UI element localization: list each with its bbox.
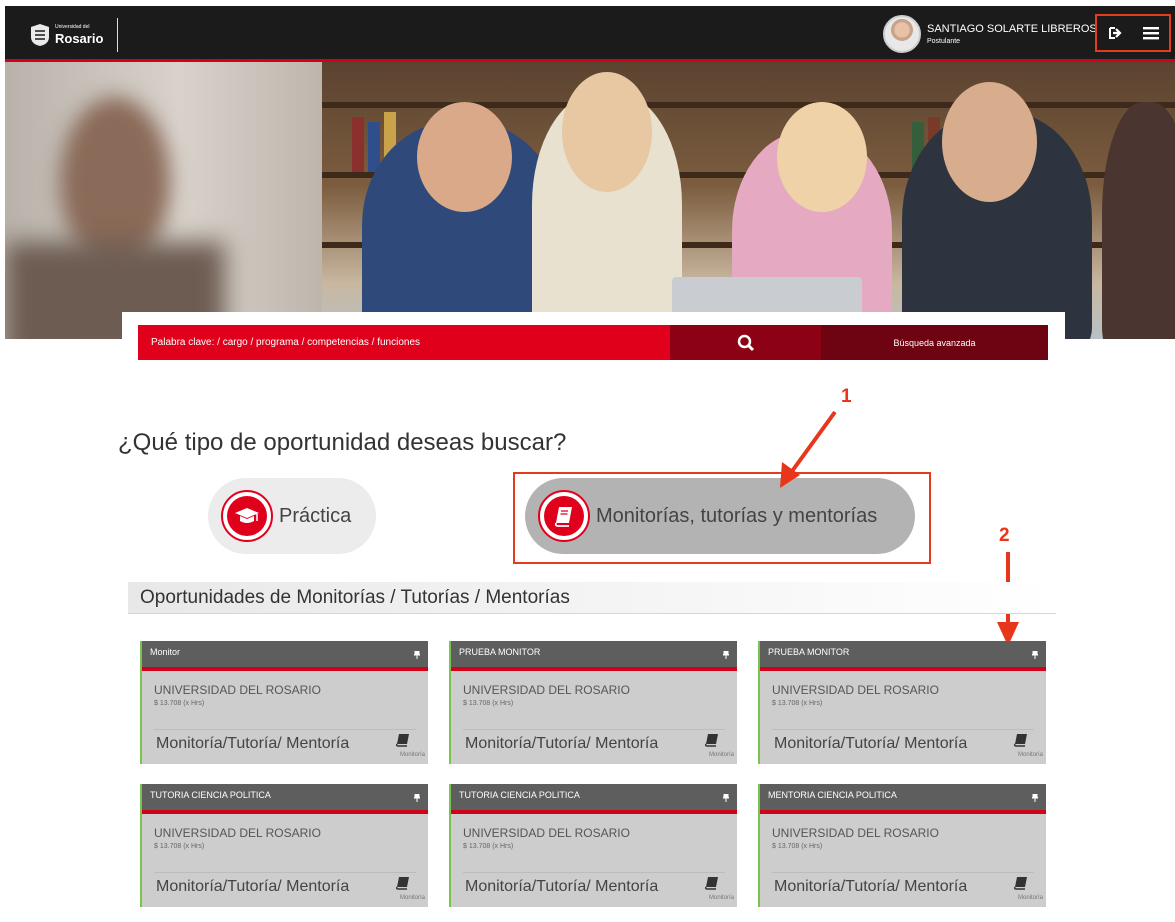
card-title: MENTORIA CIENCIA POLITICA [768, 790, 897, 800]
pin-icon[interactable] [723, 651, 729, 659]
logo-divider [117, 18, 118, 52]
card-company: UNIVERSIDAD DEL ROSARIO [154, 826, 321, 840]
card-salary: $ 13.708 (x Hrs) [772, 843, 823, 850]
book-icon [396, 877, 409, 890]
section-title: Oportunidades de Monitorías / Tutorías /… [140, 587, 570, 608]
card-type: Monitoría/Tutoría/ Mentoría [774, 878, 968, 895]
card-company: UNIVERSIDAD DEL ROSARIO [463, 683, 630, 697]
university-logo[interactable]: Universidad del Rosario [29, 18, 125, 52]
crest-icon [31, 24, 49, 46]
top-bar: Universidad del Rosario SANTIAGO SOLARTE… [5, 6, 1175, 62]
book-icon [1014, 877, 1027, 890]
opportunity-card[interactable]: TUTORIA CIENCIA POLITICA UNIVERSIDAD DEL… [140, 784, 428, 907]
user-role: Postulante [927, 38, 961, 45]
menu-icon[interactable] [1143, 26, 1159, 40]
book-icon [1014, 734, 1027, 747]
avatar [883, 15, 921, 53]
card-company: UNIVERSIDAD DEL ROSARIO [772, 826, 939, 840]
card-icon-label: Monitoría [399, 752, 425, 758]
logo-big-text: Rosario [55, 31, 104, 46]
card-title: TUTORIA CIENCIA POLITICA [150, 790, 271, 800]
header-actions-highlight [1095, 14, 1171, 52]
opportunity-card[interactable]: Monitor UNIVERSIDAD DEL ROSARIO $ 13.708… [140, 641, 428, 764]
annotation-number-2: 2 [999, 525, 1010, 546]
card-type: Monitoría/Tutoría/ Mentoría [156, 735, 350, 752]
card-salary: $ 13.708 (x Hrs) [463, 843, 514, 850]
option-practica[interactable]: Práctica [208, 478, 376, 554]
card-icon-label: Monitoría [708, 895, 734, 901]
annotation-number-1: 1 [841, 386, 852, 407]
card-type: Monitoría/Tutoría/ Mentoría [156, 878, 350, 895]
card-title: PRUEBA MONITOR [768, 647, 850, 657]
card-company: UNIVERSIDAD DEL ROSARIO [154, 683, 321, 697]
hero-banner [5, 62, 1175, 339]
card-type: Monitoría/Tutoría/ Mentoría [465, 735, 659, 752]
card-company: UNIVERSIDAD DEL ROSARIO [463, 826, 630, 840]
hero-image-students [322, 62, 1175, 339]
card-salary: $ 13.708 (x Hrs) [154, 843, 205, 850]
pin-icon[interactable] [723, 794, 729, 802]
card-salary: $ 13.708 (x Hrs) [463, 700, 514, 707]
book-icon [705, 877, 718, 890]
logo-small-text: Universidad del [55, 24, 90, 30]
book-icon [705, 734, 718, 747]
annotation-highlight-box [513, 472, 931, 564]
logout-icon[interactable] [1107, 26, 1123, 40]
opportunity-card[interactable]: PRUEBA MONITOR UNIVERSIDAD DEL ROSARIO $… [449, 641, 737, 764]
search-icon [737, 334, 754, 351]
card-title: PRUEBA MONITOR [459, 647, 541, 657]
section-header: Oportunidades de Monitorías / Tutorías /… [128, 582, 1056, 614]
card-type: Monitoría/Tutoría/ Mentoría [774, 735, 968, 752]
card-icon-label: Monitoría [1017, 895, 1043, 901]
user-name: SANTIAGO SOLARTE LIBREROS [927, 23, 1097, 35]
card-company: UNIVERSIDAD DEL ROSARIO [772, 683, 939, 697]
search-button[interactable] [670, 325, 821, 360]
card-icon-label: Monitoría [399, 895, 425, 901]
card-title: TUTORIA CIENCIA POLITICA [459, 790, 580, 800]
opportunity-question: ¿Qué tipo de oportunidad deseas buscar? [118, 429, 567, 456]
book-icon [396, 734, 409, 747]
card-title: Monitor [150, 647, 181, 657]
advanced-search-button[interactable]: Búsqueda avanzada [821, 325, 1048, 360]
opportunity-card[interactable]: PRUEBA MONITOR UNIVERSIDAD DEL ROSARIO $… [758, 641, 1046, 764]
pin-icon[interactable] [414, 794, 420, 802]
card-salary: $ 13.708 (x Hrs) [154, 700, 205, 707]
card-icon-label: Monitoría [1017, 752, 1043, 758]
option-practica-label: Práctica [279, 504, 352, 527]
graduation-cap-icon [235, 508, 259, 523]
card-icon-label: Monitoría [708, 752, 734, 758]
search-input[interactable]: Palabra clave: / cargo / programa / comp… [138, 325, 670, 360]
page: Universidad del Rosario SANTIAGO SOLARTE… [0, 0, 1175, 922]
card-salary: $ 13.708 (x Hrs) [772, 700, 823, 707]
hero-image-left [5, 62, 322, 339]
pin-icon[interactable] [1032, 794, 1038, 802]
pin-icon[interactable] [414, 651, 420, 659]
card-type: Monitoría/Tutoría/ Mentoría [465, 878, 659, 895]
opportunity-card[interactable]: TUTORIA CIENCIA POLITICA UNIVERSIDAD DEL… [449, 784, 737, 907]
pin-icon[interactable] [1032, 651, 1038, 659]
user-profile[interactable]: SANTIAGO SOLARTE LIBREROS Postulante [883, 15, 1097, 53]
opportunity-card[interactable]: MENTORIA CIENCIA POLITICA UNIVERSIDAD DE… [758, 784, 1046, 907]
